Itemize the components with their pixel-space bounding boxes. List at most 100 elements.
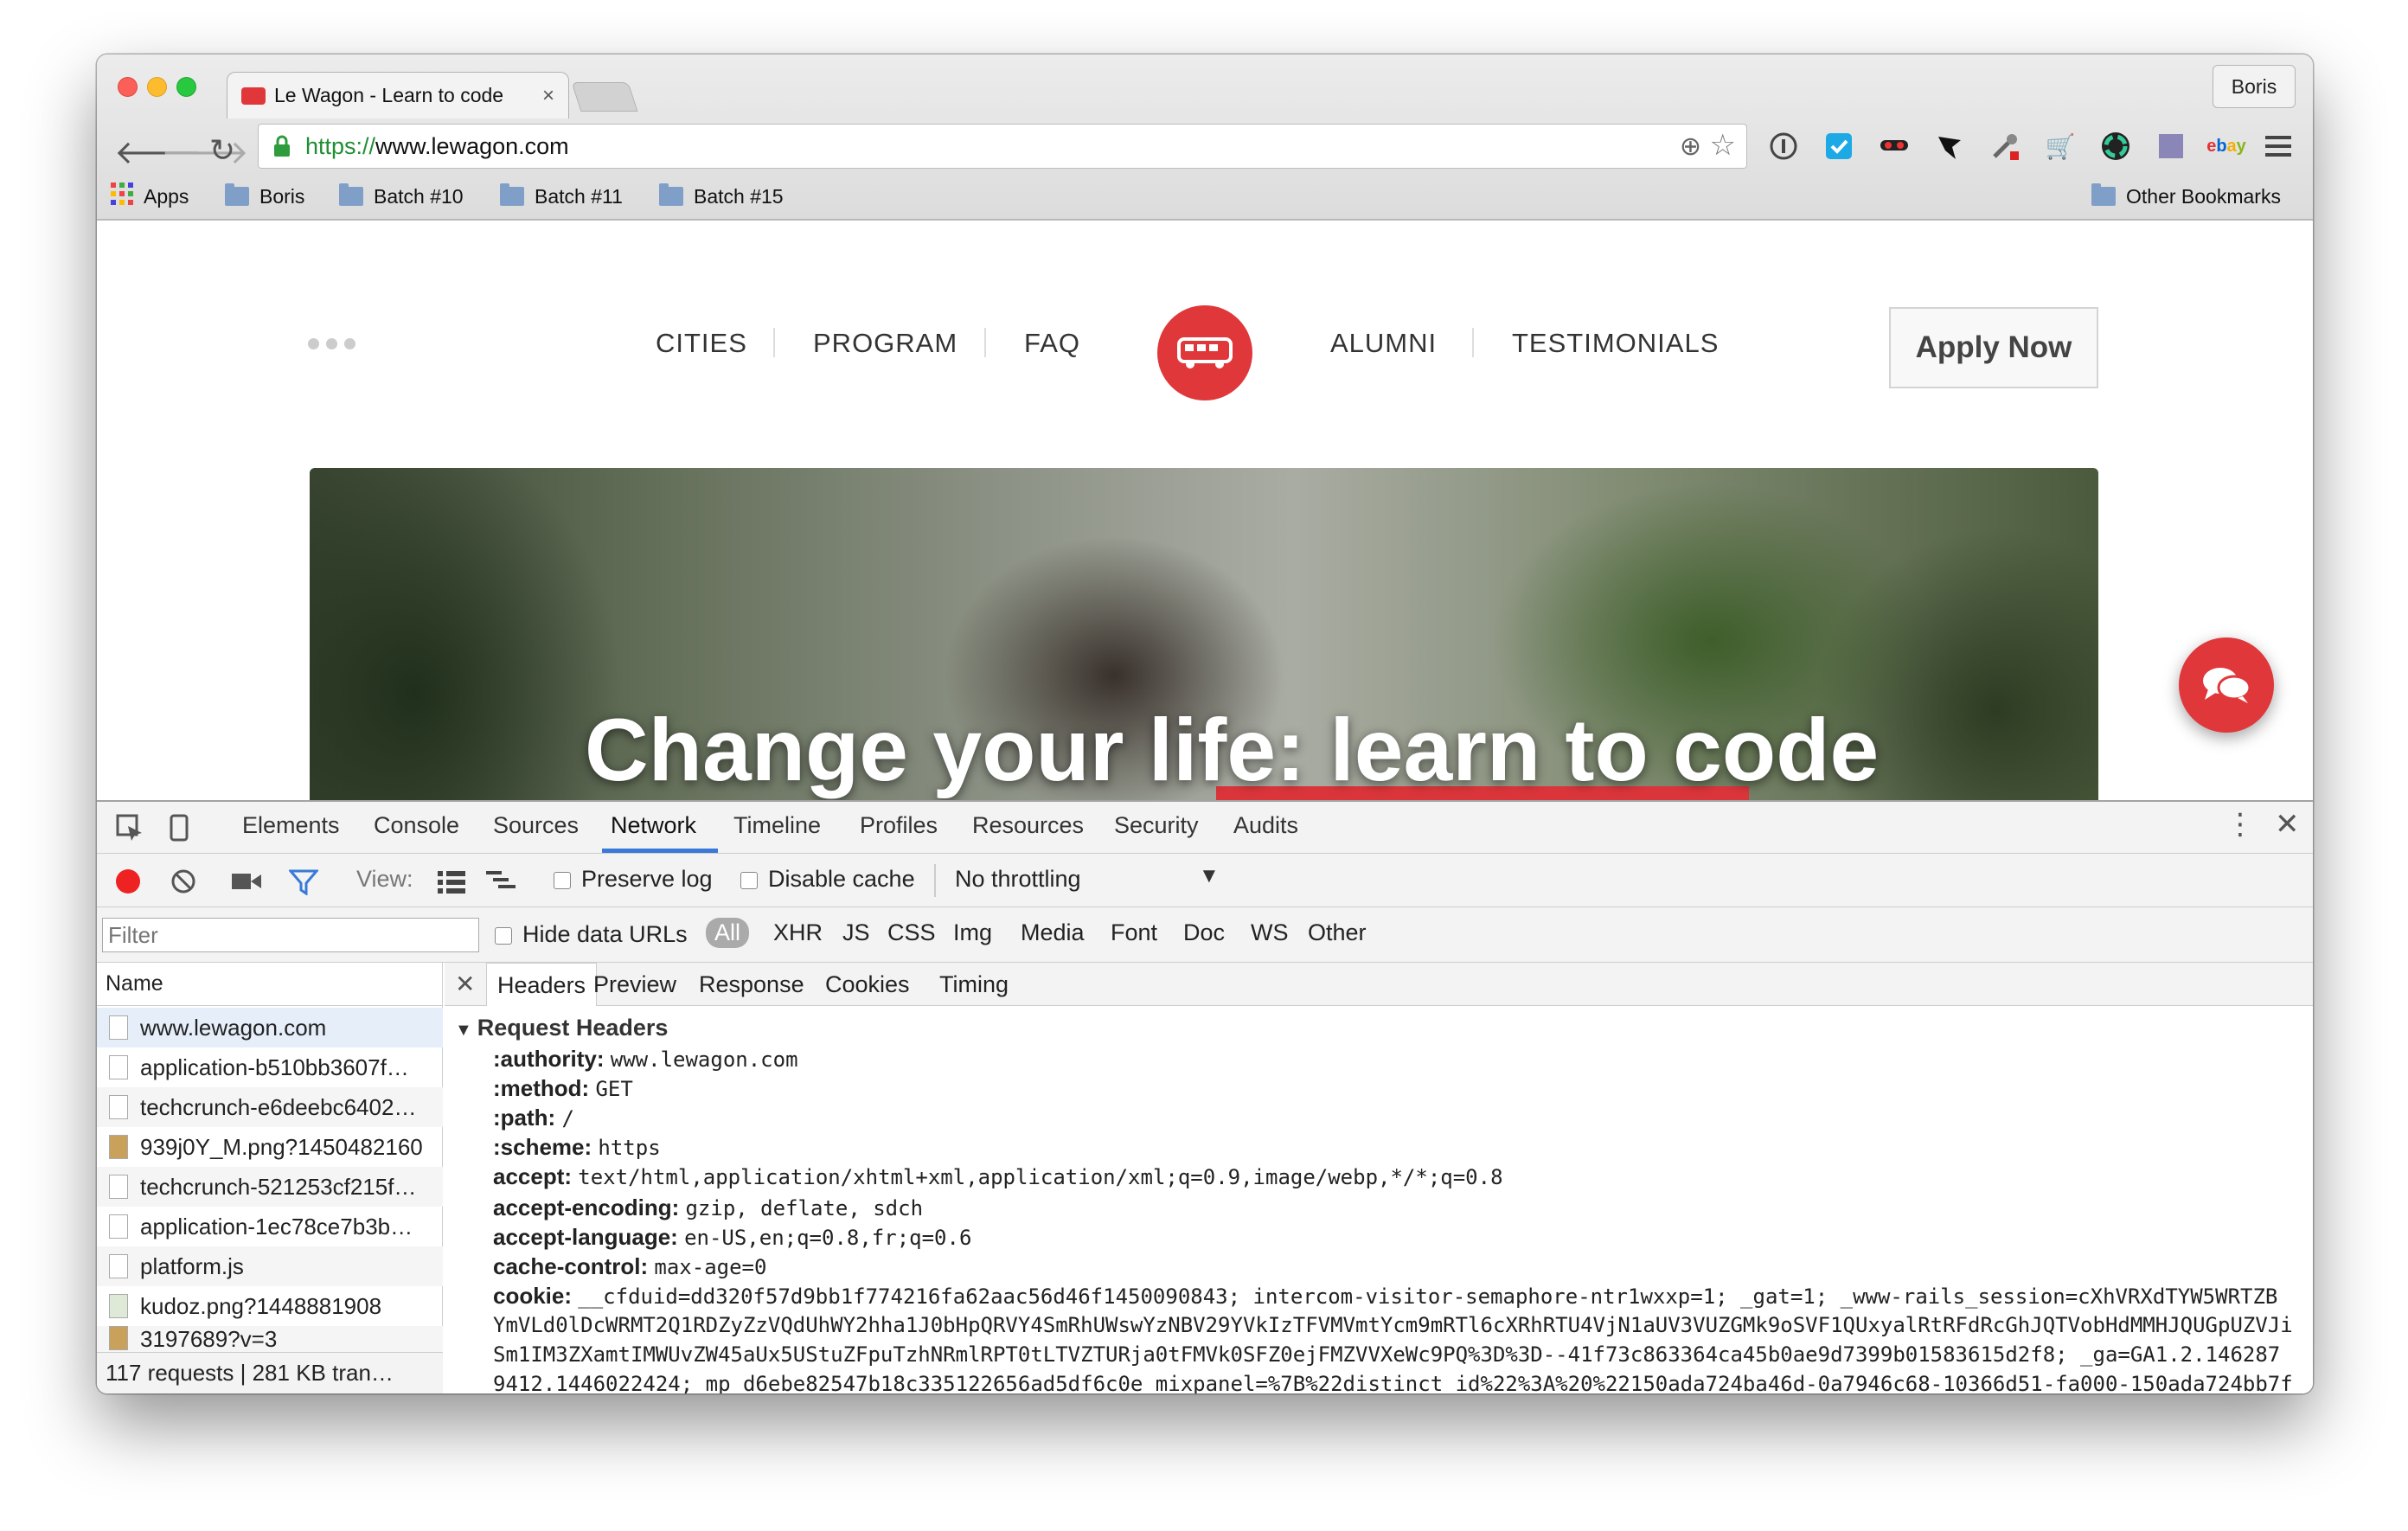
eyedropper-extension-icon[interactable] <box>1988 129 2022 163</box>
type-media[interactable]: Media <box>1021 919 1085 946</box>
close-window-button[interactable] <box>118 77 138 97</box>
nav-testimonials[interactable]: TESTIMONIALS <box>1512 328 1719 359</box>
request-row[interactable]: application-1ec78ce7b3b… <box>97 1207 443 1246</box>
cart-extension-icon[interactable]: 🛒 <box>2043 129 2078 163</box>
info-extension-icon[interactable] <box>1766 129 1801 163</box>
type-ws[interactable]: WS <box>1251 919 1289 946</box>
request-row[interactable]: application-b510bb3607f… <box>97 1047 443 1087</box>
tab-resources[interactable]: Resources <box>972 812 1084 839</box>
filter-funnel-icon[interactable] <box>287 868 320 901</box>
detail-tab-response[interactable]: Response <box>699 971 804 998</box>
devtools-tabbar: Elements Console Sources Network Timelin… <box>97 802 2313 854</box>
ninja-extension-icon[interactable] <box>1932 129 1967 163</box>
detail-tab-preview[interactable]: Preview <box>593 971 676 998</box>
tab-console[interactable]: Console <box>374 812 459 839</box>
type-doc[interactable]: Doc <box>1183 919 1225 946</box>
disable-cache-checkbox[interactable]: Disable cache <box>740 866 915 893</box>
zoom-icon[interactable]: ⊕ <box>1680 131 1701 162</box>
bookmark-other[interactable]: Other Bookmarks <box>2091 179 2281 214</box>
large-rows-icon[interactable] <box>438 869 465 900</box>
request-headers-section[interactable]: ▼ Request Headers <box>455 1015 668 1041</box>
device-mode-icon[interactable] <box>170 814 189 848</box>
clear-icon[interactable] <box>170 868 197 901</box>
nav-alumni[interactable]: ALUMNI <box>1330 328 1437 359</box>
lewagon-logo[interactable] <box>1157 305 1252 400</box>
tab-profiles[interactable]: Profiles <box>860 812 938 839</box>
detail-tab-timing[interactable]: Timing <box>939 971 1009 998</box>
detail-tab-cookies[interactable]: Cookies <box>825 971 910 998</box>
reload-icon[interactable]: ↻ <box>209 132 235 169</box>
close-detail-icon[interactable]: ✕ <box>455 970 475 998</box>
preserve-log-checkbox[interactable]: Preserve log <box>554 866 713 893</box>
tab-elements[interactable]: Elements <box>242 812 340 839</box>
type-img[interactable]: Img <box>953 919 992 946</box>
browser-window: Le Wagon - Learn to code × Boris 🡐 🡒 ↻ h… <box>97 54 2313 1393</box>
todo-extension-icon[interactable] <box>1822 129 1856 163</box>
tab-close-icon[interactable]: × <box>542 84 554 108</box>
profile-button[interactable]: Boris <box>2213 65 2296 108</box>
inspect-element-icon[interactable] <box>116 814 144 848</box>
color-wheel-extension-icon[interactable] <box>2098 129 2133 163</box>
tab-sources[interactable]: Sources <box>493 812 579 839</box>
forward-arrow-icon[interactable]: 🡒 <box>161 132 249 172</box>
tab-security[interactable]: Security <box>1114 812 1199 839</box>
detail-tab-headers[interactable]: Headers <box>486 963 598 1006</box>
request-name: www.lewagon.com <box>140 1014 327 1041</box>
chat-launcher-button[interactable] <box>2179 637 2274 733</box>
nav-faq[interactable]: FAQ <box>1024 328 1080 359</box>
devtools-panel: Elements Console Sources Network Timelin… <box>97 800 2313 1393</box>
tab-network[interactable]: Network <box>611 812 696 839</box>
hide-data-urls-checkbox[interactable]: Hide data URLs <box>495 921 688 948</box>
type-js[interactable]: JS <box>842 919 870 946</box>
disable-cache-label: Disable cache <box>768 866 915 892</box>
header-line: accept: text/html,application/xhtml+xml,… <box>493 1163 1503 1189</box>
hide-data-urls-label: Hide data URLs <box>522 921 688 947</box>
chat-bubbles-icon <box>2203 668 2251 703</box>
request-row[interactable]: techcrunch-521253cf215f… <box>97 1167 443 1207</box>
request-row[interactable]: www.lewagon.com <box>97 1008 443 1047</box>
bookmark-folder-batch-10[interactable]: Batch #10 <box>339 179 464 214</box>
type-xhr[interactable]: XHR <box>773 919 823 946</box>
ebay-extension-icon[interactable]: ebay <box>2206 129 2246 163</box>
close-devtools-icon[interactable]: ✕ <box>2275 807 2300 842</box>
request-row[interactable]: kudoz.png?1448881908 <box>97 1286 443 1326</box>
request-row[interactable]: 3197689?v=3 <box>97 1326 443 1352</box>
filter-input[interactable] <box>102 918 479 952</box>
apply-now-button[interactable]: Apply Now <box>1889 307 2098 388</box>
menu-hamburger-icon[interactable] <box>2263 129 2297 163</box>
bookmark-apps[interactable]: Apps <box>111 179 189 214</box>
request-row[interactable]: platform.js <box>97 1246 443 1286</box>
request-row[interactable]: 939j0Y_M.png?1450482160 <box>97 1127 443 1167</box>
type-font[interactable]: Font <box>1111 919 1157 946</box>
incognito-extension-icon[interactable] <box>1877 129 1912 163</box>
bookmark-folder-boris[interactable]: Boris <box>225 179 304 214</box>
minimize-window-button[interactable] <box>147 77 167 97</box>
more-dots-icon[interactable] <box>308 338 355 349</box>
web-page: CITIES PROGRAM FAQ ALUMNI TESTIMONIALS A… <box>97 222 2313 800</box>
throttling-select[interactable]: No throttling <box>955 866 1081 893</box>
overview-icon[interactable] <box>486 869 517 900</box>
nav-program[interactable]: PROGRAM <box>813 328 957 359</box>
type-other[interactable]: Other <box>1308 919 1367 946</box>
tab-audits[interactable]: Audits <box>1233 812 1298 839</box>
nav-cities[interactable]: CITIES <box>656 328 747 359</box>
image-thumbnail-icon <box>109 1326 128 1350</box>
record-icon[interactable] <box>116 869 140 894</box>
zoom-window-button[interactable] <box>176 77 196 97</box>
square-extension-icon[interactable] <box>2154 129 2188 163</box>
bookmark-folder-batch-11[interactable]: Batch #11 <box>500 179 623 214</box>
throttling-dropdown-icon[interactable]: ▼ <box>1199 864 1220 888</box>
address-bar[interactable]: https:// www.lewagon.com ⊕ ☆ <box>258 124 1747 169</box>
preserve-log-label: Preserve log <box>581 866 713 892</box>
type-css[interactable]: CSS <box>887 919 936 946</box>
type-all[interactable]: All <box>706 918 750 948</box>
name-column-header[interactable]: Name <box>97 963 443 1006</box>
tab-lewagon[interactable]: Le Wagon - Learn to code × <box>227 72 569 119</box>
new-tab-button[interactable] <box>571 82 638 112</box>
tab-timeline[interactable]: Timeline <box>733 812 821 839</box>
bookmark-folder-batch-15[interactable]: Batch #15 <box>659 179 784 214</box>
more-options-icon[interactable]: ⋮ <box>2225 807 2255 842</box>
screenshot-camera-icon[interactable] <box>232 871 261 898</box>
bookmark-star-icon[interactable]: ☆ <box>1710 128 1736 163</box>
request-row[interactable]: techcrunch-e6deebc6402… <box>97 1087 443 1127</box>
